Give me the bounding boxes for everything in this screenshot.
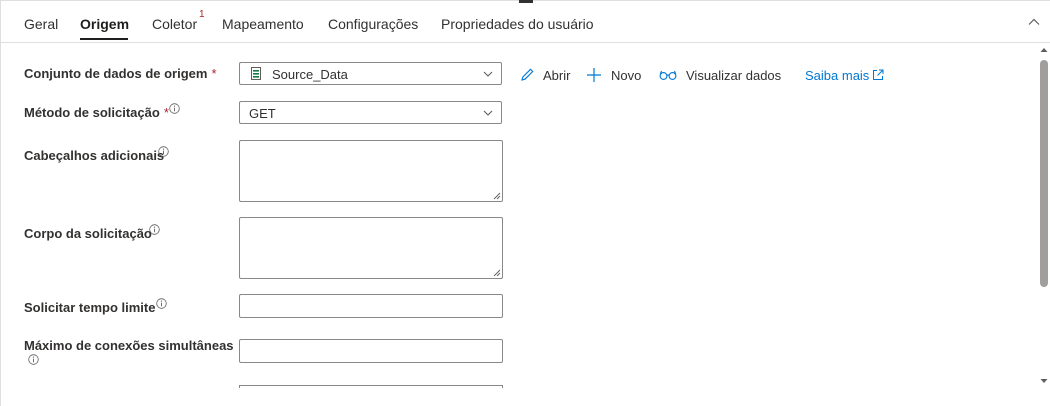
headers-label: Cabeçalhos adicionais (24, 148, 165, 163)
pencil-icon (521, 68, 534, 81)
new-label: Novo (611, 68, 642, 83)
body-label: Corpo da solicitação (24, 226, 152, 241)
tab-mapeamento[interactable]: Mapeamento (222, 16, 304, 32)
preview-data-button[interactable]: Visualizar dados (659, 66, 784, 84)
tab-bar: Geral Origem Coletor 1 Mapeamento Config… (0, 0, 1050, 43)
open-label: Abrir (543, 68, 571, 83)
scrollbar-thumb[interactable] (1040, 60, 1048, 287)
learn-more-label: Saiba mais (805, 68, 870, 83)
tab-propriedades-usuario[interactable]: Propriedades do usuário (441, 16, 594, 32)
timeout-input[interactable] (239, 294, 503, 318)
body-textarea[interactable] (239, 217, 503, 279)
dataset-value: Source_Data (272, 67, 348, 82)
required-marker: * (211, 66, 217, 81)
resize-grip-icon[interactable] (493, 269, 501, 277)
active-tab-indicator (80, 38, 128, 40)
headers-textarea[interactable] (239, 140, 503, 202)
glasses-icon (659, 70, 677, 80)
chevron-up-icon[interactable] (1026, 14, 1042, 30)
learn-more-link[interactable]: Saiba mais (805, 66, 887, 84)
next-field-partial[interactable] (239, 385, 503, 388)
dataset-file-icon (251, 67, 261, 80)
tab-coletor[interactable]: Coletor (152, 16, 197, 32)
resize-grip-icon[interactable] (493, 192, 501, 200)
plus-icon (587, 68, 601, 82)
chevron-down-icon (483, 71, 493, 77)
method-label: Método de solicitação * (24, 105, 169, 120)
info-icon[interactable] (169, 103, 180, 114)
timeout-label: Solicitar tempo limite (24, 300, 156, 315)
chevron-down-icon (483, 110, 493, 116)
error-count-badge: 1 (199, 9, 205, 20)
scroll-up-arrow-icon[interactable] (1040, 46, 1048, 54)
tab-configuracoes[interactable]: Configurações (328, 16, 418, 32)
info-icon[interactable] (149, 224, 160, 235)
dataset-label: Conjunto de dados de origem * (24, 66, 217, 81)
new-button[interactable]: Novo (586, 66, 646, 84)
info-icon[interactable] (28, 354, 39, 365)
info-icon[interactable] (158, 146, 169, 157)
preview-data-label: Visualizar dados (686, 68, 782, 83)
open-button[interactable]: Abrir (519, 66, 574, 84)
method-dropdown[interactable]: GET (239, 101, 502, 124)
scroll-down-arrow-icon[interactable] (1040, 377, 1048, 385)
max-connections-label: Máximo de conexões simultâneas (24, 338, 234, 353)
external-link-icon (873, 69, 884, 80)
dataset-dropdown[interactable]: Source_Data (239, 62, 502, 85)
tab-origem[interactable]: Origem (80, 16, 129, 32)
tab-geral[interactable]: Geral (24, 16, 58, 32)
method-value: GET (249, 106, 276, 121)
max-connections-input[interactable] (239, 339, 503, 363)
info-icon[interactable] (156, 298, 167, 309)
